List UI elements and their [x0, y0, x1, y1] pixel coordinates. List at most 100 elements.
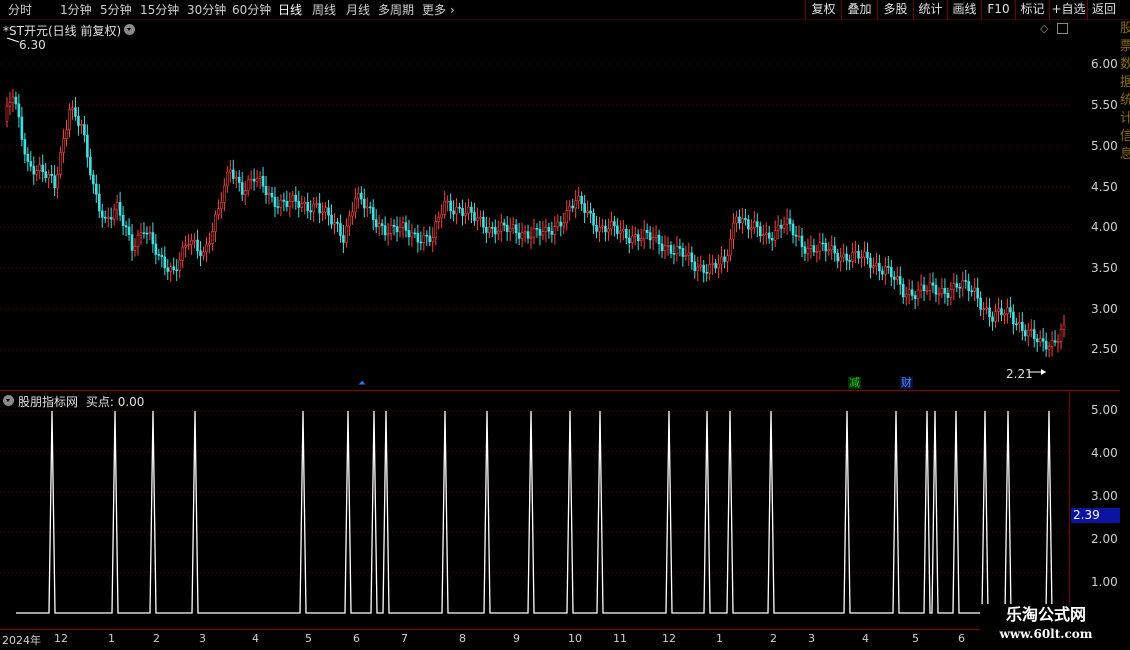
candle-body — [354, 197, 357, 213]
candle-body — [172, 266, 176, 271]
candle-body — [630, 235, 634, 243]
candle-body — [633, 234, 637, 237]
period-tab-5min[interactable]: 5分钟 — [100, 1, 132, 19]
tool-button-f10[interactable]: F10 — [981, 0, 1015, 20]
candle-body — [190, 239, 193, 245]
tool-button-back[interactable]: 返回 — [1087, 0, 1120, 20]
candle-body — [300, 203, 304, 208]
candle-body — [583, 203, 586, 213]
tool-button-multi-stock[interactable]: 多股 — [877, 0, 913, 20]
candle-body — [726, 255, 729, 262]
candle-body — [56, 173, 59, 189]
price-chart[interactable] — [0, 20, 1070, 391]
candle-body — [887, 266, 890, 268]
candle-body — [285, 201, 289, 207]
candle-body — [345, 225, 348, 243]
candle-body — [663, 245, 667, 251]
period-tab[interactable]: 分时 — [8, 1, 32, 19]
candle-body — [485, 226, 488, 233]
candle-body — [103, 216, 107, 219]
date-x-axis: 2024年 12 1 2 3 4 5 6 7 8 9 10 11 12 1 2 … — [0, 629, 1070, 650]
indicator-chart[interactable] — [0, 391, 1070, 629]
candle-body — [690, 252, 694, 263]
period-tab-daily[interactable]: 日线 — [278, 1, 302, 19]
candle-body — [717, 263, 720, 269]
candle-body — [973, 287, 976, 292]
candle-body — [214, 214, 217, 232]
x-tick-label: 6 — [353, 632, 360, 645]
candle-body — [577, 195, 580, 201]
candle-body — [261, 175, 265, 187]
candle-body — [461, 208, 464, 216]
candle-body — [857, 250, 860, 259]
candle-body — [220, 202, 223, 209]
candle-body — [118, 202, 122, 216]
event-marker-finance[interactable]: 财 — [900, 377, 913, 389]
candle-body — [991, 316, 994, 322]
candle-body — [836, 252, 840, 262]
candle-body — [693, 261, 697, 272]
tool-button-overlay[interactable]: 叠加 — [841, 0, 877, 20]
candle-body — [651, 237, 655, 241]
candle-body — [228, 169, 232, 173]
candle-body — [526, 231, 530, 239]
candle-body — [288, 201, 292, 207]
candle-body — [875, 263, 878, 266]
candle-body — [967, 281, 971, 291]
candle-body — [368, 206, 372, 209]
tool-button-draw[interactable]: 画线 — [947, 0, 981, 20]
x-tick-label: 2 — [770, 632, 777, 645]
event-marker-reduce[interactable]: 减 — [848, 377, 861, 389]
watermark: 乐淘公式网 www.60lt.com — [980, 604, 1112, 648]
x-tick-label: 6 — [958, 632, 965, 645]
candle-body — [351, 211, 354, 217]
candle-body — [294, 195, 298, 202]
candle-body — [404, 222, 408, 231]
candle-body — [449, 200, 452, 212]
candle-body — [729, 238, 732, 257]
tool-button-restore[interactable]: 复权 — [805, 0, 841, 20]
tool-button-add-watchlist[interactable]: +自选 — [1049, 0, 1087, 20]
candle-body — [482, 216, 485, 228]
candle-body — [669, 245, 673, 254]
candle-body — [1056, 341, 1060, 343]
candle-body — [419, 241, 423, 244]
candle-body — [193, 239, 196, 242]
period-tab-30min[interactable]: 30分钟 — [187, 1, 226, 19]
period-tab-1min[interactable]: 1分钟 — [60, 1, 92, 19]
up-double-arrow-icon[interactable]: ⏶ — [358, 378, 366, 389]
candle-body — [374, 219, 378, 228]
candle-body — [35, 170, 39, 175]
period-tab-60min[interactable]: 60分钟 — [232, 1, 271, 19]
candle-body — [1023, 330, 1027, 337]
candle-body — [901, 283, 905, 298]
candle-body — [818, 242, 822, 252]
candle-body — [559, 221, 563, 227]
candle-body — [1038, 338, 1042, 343]
tool-button-mark[interactable]: 标记 — [1015, 0, 1049, 20]
candle-body — [514, 224, 518, 234]
candle-body — [1003, 313, 1006, 316]
period-tab-multi[interactable]: 多周期 — [378, 1, 414, 19]
candle-body — [994, 311, 997, 322]
period-tab-15min[interactable]: 15分钟 — [140, 1, 179, 19]
more-chevron-icon[interactable]: › — [450, 1, 455, 19]
candle-body — [142, 232, 146, 234]
candle-body — [362, 198, 366, 209]
period-tab-weekly[interactable]: 周线 — [312, 1, 336, 19]
candle-body — [806, 247, 810, 254]
candle-body — [761, 234, 765, 237]
candle-body — [598, 226, 601, 232]
candle-body — [961, 280, 965, 289]
period-tab-more[interactable]: 更多 — [422, 1, 446, 19]
candle-body — [187, 244, 190, 246]
candle-body — [425, 234, 429, 237]
candle-body — [541, 231, 545, 236]
period-tab-monthly[interactable]: 月线 — [346, 1, 370, 19]
tool-button-statistics[interactable]: 统计 — [913, 0, 947, 20]
candle-body — [389, 225, 393, 234]
candle-body — [431, 237, 435, 242]
candle-body — [136, 234, 140, 247]
candle-body — [613, 221, 616, 227]
candle-body — [330, 214, 333, 225]
